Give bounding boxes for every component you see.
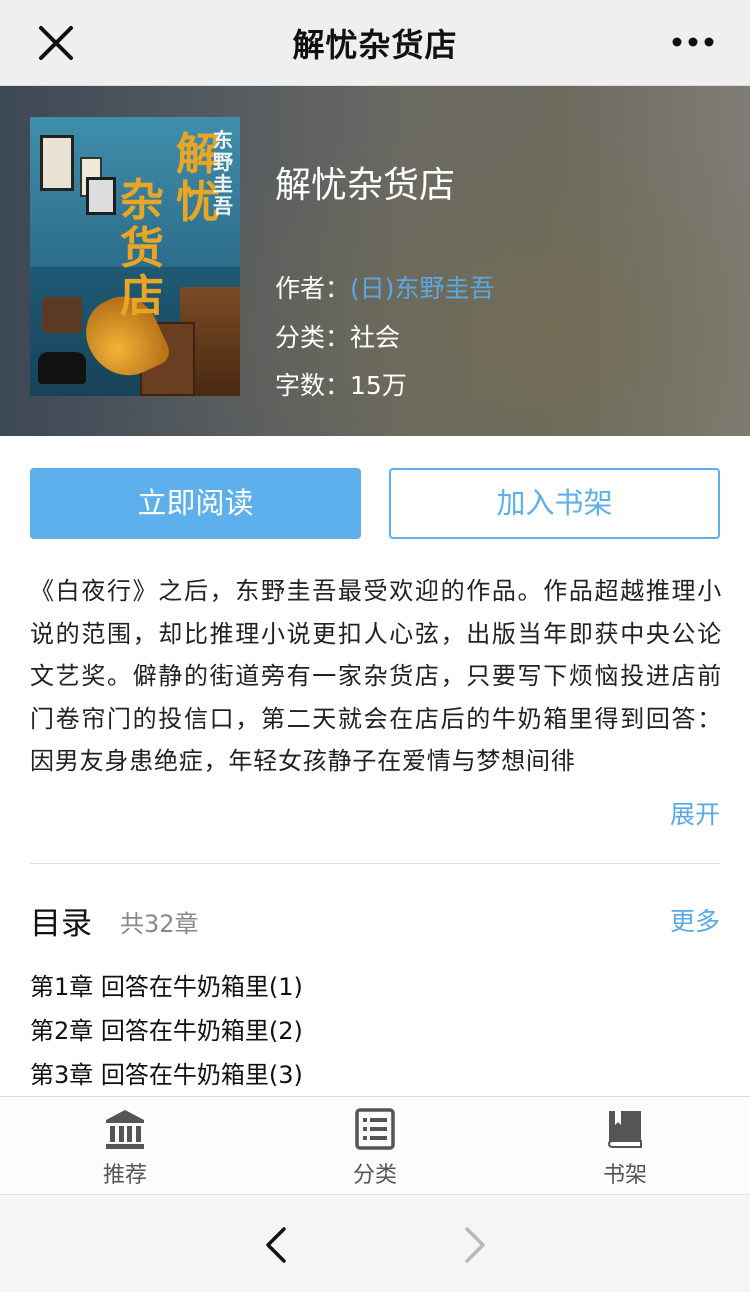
chapter-item[interactable]: 第1章 回答在牛奶箱里(1): [30, 967, 303, 1002]
toc-chapter-count: 共32章: [120, 910, 199, 938]
author-link[interactable]: (日)东野圭吾: [350, 274, 495, 303]
tab-label: 书架: [602, 1163, 647, 1188]
expand-link[interactable]: 展开: [670, 795, 720, 831]
tab-category[interactable]: 分类: [295, 1097, 455, 1195]
word-count-row: 字数：15万: [275, 366, 407, 402]
author-row: 作者：(日)东野圭吾: [275, 269, 495, 305]
chevron-left-icon[interactable]: [256, 1223, 296, 1267]
chapter-item[interactable]: 第3章 回答在牛奶箱里(3): [30, 1055, 303, 1090]
more-dots-icon[interactable]: [672, 30, 714, 54]
chevron-right-icon[interactable]: [455, 1223, 495, 1267]
divider: [30, 863, 720, 864]
book-header: 解忧 杂货店 东野圭吾 解忧杂货店 作者：(日)东野圭吾 分类：社会 字数：15…: [0, 86, 750, 436]
category-label: 分类：: [275, 323, 351, 352]
author-label: 作者：: [275, 274, 351, 303]
book-icon: [607, 1111, 642, 1148]
cover-author-text: 东野圭吾: [213, 128, 233, 218]
tab-bookshelf[interactable]: 书架: [545, 1097, 705, 1195]
chapter-item[interactable]: 第2章 回答在牛奶箱里(2): [30, 1011, 303, 1046]
book-cover-image[interactable]: 解忧 杂货店 东野圭吾: [30, 117, 240, 396]
tab-label: 分类: [352, 1163, 397, 1188]
page-title: 解忧杂货店: [292, 26, 458, 64]
toc-more-link[interactable]: 更多: [670, 902, 720, 938]
add-to-shelf-button[interactable]: 加入书架: [389, 468, 720, 539]
word-count-label: 字数：: [275, 371, 351, 400]
read-now-button[interactable]: 立即阅读: [30, 468, 361, 539]
toc-title: 目录: [30, 906, 92, 942]
tab-recommend[interactable]: 推荐: [45, 1097, 205, 1195]
category-row: 分类：社会: [275, 318, 400, 354]
bottom-tab-bar: 推荐 分类 书架: [0, 1096, 750, 1194]
bank-icon: [106, 1110, 144, 1149]
browser-nav-bar: [0, 1194, 750, 1292]
tab-label: 推荐: [102, 1163, 147, 1188]
category-value: 社会: [350, 323, 401, 352]
word-count-value: 15万: [350, 371, 407, 400]
list-icon: [355, 1108, 395, 1150]
cover-title-col2: 杂货店: [120, 175, 164, 322]
book-title: 解忧杂货店: [275, 165, 456, 206]
title-bar: 解忧杂货店: [0, 0, 750, 86]
book-description: 《白夜行》之后，东野圭吾最受欢迎的作品。作品超越推理小说的范围，却比推理小说更扣…: [30, 577, 722, 775]
